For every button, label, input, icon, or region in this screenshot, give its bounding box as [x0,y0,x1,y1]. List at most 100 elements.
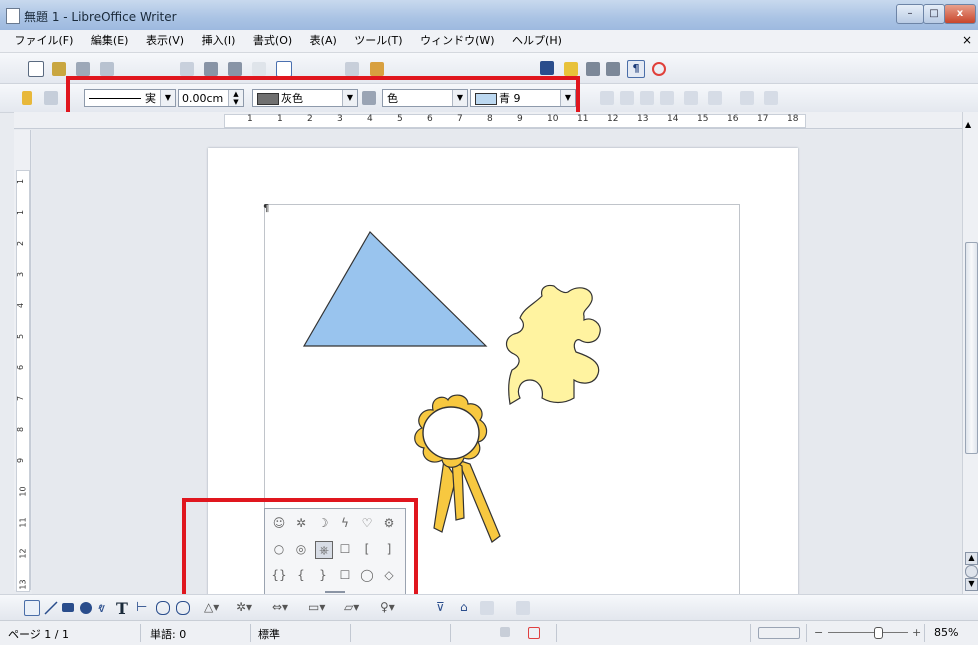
scroll-up-icon[interactable]: ▲ [965,120,975,129]
close-document-icon[interactable]: × [962,33,972,47]
menu-window[interactable]: ウィンドウ(W) [413,30,501,52]
autospell-icon[interactable] [276,61,292,77]
status-bar: ページ 1 / 1 単語: 0 標準 − + 85% [0,620,978,645]
stars-icon[interactable]: ♀▾ [380,600,395,614]
window-title: 無題 1 - LibreOffice Writer [24,10,177,24]
page-indicator: ページ 1 / 1 [8,628,69,641]
zoom-level[interactable]: 85% [934,626,958,639]
pdf-icon[interactable] [180,62,194,76]
fontwork-icon[interactable]: ⌂ [460,600,474,614]
puzzle-shape[interactable] [505,284,601,405]
menu-insert[interactable]: 挿入(I) [195,30,243,52]
select-icon[interactable] [24,600,40,616]
ruler-label: 14 [667,114,679,124]
line-icon[interactable] [44,601,58,615]
basic-shapes-icon[interactable] [176,601,190,615]
bring-front-icon[interactable] [640,91,654,105]
extrusion-icon[interactable] [480,601,494,615]
menu-tools[interactable]: ツール(T) [347,30,409,52]
ruler-label: 12 [607,114,619,124]
ribbon-award-shape[interactable] [414,394,501,543]
menu-format[interactable]: 書式(O) [246,30,299,52]
ribbon-center-circle [422,406,480,460]
selection-mode-icon[interactable] [500,627,510,637]
send-back-icon[interactable] [660,91,674,105]
menu-bar: ファイル(F) 編集(E) 表示(V) 挿入(I) 書式(O) 表(A) ツール… [0,30,978,53]
zoom-in-button[interactable]: + [912,626,921,639]
ruler-label: 13 [18,579,28,590]
ruler-label: 8 [487,114,493,124]
rotate-icon[interactable] [620,91,634,105]
gallery-icon[interactable] [564,62,578,76]
ruler-label: 4 [367,114,373,124]
triangle-tool-icon[interactable]: △▾ [204,600,219,614]
group-icon[interactable] [764,91,778,105]
ruler-label: 10 [18,486,28,497]
3d-icon[interactable] [516,601,530,615]
save-icon[interactable] [76,62,90,76]
ruler-label: 7 [457,114,463,124]
copy-icon[interactable] [345,62,359,76]
menu-help[interactable]: ヘルプ(H) [505,30,569,52]
anchor-icon[interactable] [22,91,32,105]
wrap-icon[interactable] [740,91,754,105]
anchor-type-icon[interactable] [708,91,722,105]
ruler-scale: 1 1 2 3 4 5 6 7 8 9 10 11 12 13 [16,170,30,592]
maximize-button[interactable]: □ [923,4,945,24]
symbol-shapes-icon[interactable]: ✲▾ [236,600,252,614]
ruler-label: 5 [397,114,403,124]
close-button[interactable]: x [944,4,976,24]
ruler-label: 8 [16,426,26,433]
print-icon[interactable] [204,62,218,76]
navigation-icon[interactable] [965,565,978,578]
prev-page-icon[interactable]: ▲ [965,552,978,565]
block-arrows-icon[interactable]: ⇔▾ [272,600,288,614]
rectangle-icon[interactable] [62,603,74,612]
ruler-label: 7 [16,395,26,402]
triangle-shape[interactable] [302,231,488,347]
horizontal-ruler[interactable]: 1 1 2 3 4 5 6 7 8 9 10 11 12 13 14 15 16 17 18 [14,112,964,129]
arrow-style-icon[interactable] [44,91,58,105]
view-layout-icon[interactable] [758,627,800,639]
ruler-label: 10 [547,114,559,124]
preview-icon[interactable] [228,62,242,76]
shadow-icon[interactable] [600,91,614,105]
spellcheck-icon[interactable] [252,62,266,76]
zoom-icon[interactable] [606,62,620,76]
text-icon[interactable]: T [116,599,130,618]
callout-icon[interactable]: ⊢ [136,600,150,615]
ellipse-icon[interactable] [80,602,92,614]
flowchart-icon[interactable]: ▭▾ [308,600,325,614]
scroll-thumb[interactable] [965,242,978,454]
points-icon[interactable]: ⊽ [436,600,450,614]
speech-icon[interactable] [156,601,170,615]
document-workspace: ¶ [32,130,962,594]
ruler-label: 13 [637,114,649,124]
word-count: 単語: 0 [150,628,187,641]
vertical-scrollbar[interactable]: ▲ ▲ ▼ [962,112,978,594]
callouts-icon[interactable]: ▱▾ [344,600,359,614]
menu-file[interactable]: ファイル(F) [8,30,81,52]
formatting-marks-icon[interactable]: ¶ [627,60,645,78]
zoom-out-button[interactable]: − [814,626,823,639]
open-icon[interactable] [52,62,66,76]
zoom-slider[interactable] [828,632,908,633]
zoom-slider-thumb[interactable] [874,627,883,639]
paste-icon[interactable] [370,62,384,76]
help-icon[interactable] [652,62,666,76]
edit-icon[interactable] [100,62,114,76]
menu-view[interactable]: 表示(V) [139,30,191,52]
freeform-icon[interactable]: ⱴ [98,601,112,615]
menu-table[interactable]: 表(A) [303,30,344,52]
next-page-icon[interactable]: ▼ [965,578,978,591]
new-document-icon[interactable] [28,61,44,77]
data-sources-icon[interactable] [586,62,600,76]
doc-modified-icon [528,627,540,639]
page-style[interactable]: 標準 [258,626,280,642]
minimize-button[interactable]: – [896,4,924,24]
align-icon[interactable] [684,91,698,105]
ruler-label: 18 [787,114,799,124]
vertical-ruler[interactable]: 1 1 2 3 4 5 6 7 8 9 10 11 12 13 [14,130,31,592]
menu-edit[interactable]: 編集(E) [84,30,136,52]
navigator-icon[interactable] [540,61,554,75]
